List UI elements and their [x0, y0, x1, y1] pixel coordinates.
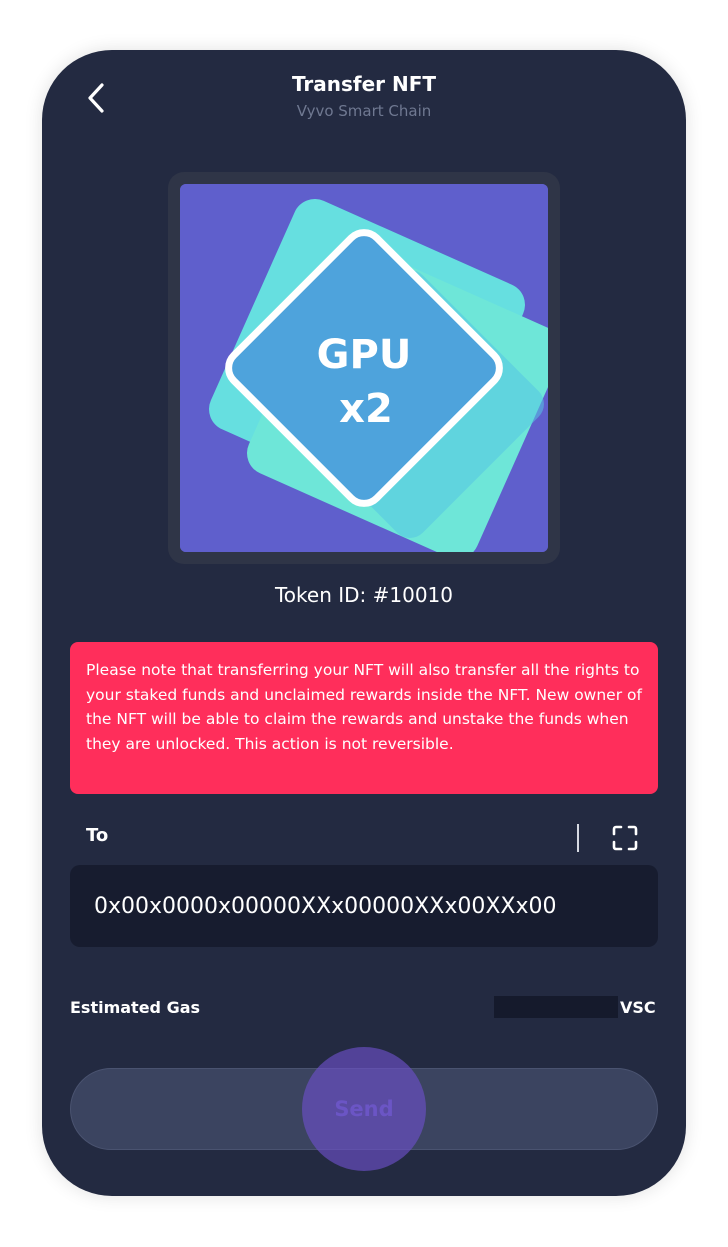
scan-qr-button[interactable]: [611, 824, 639, 852]
warning-text: Please note that transferring your NFT w…: [86, 661, 642, 753]
network-subtitle: Vyvo Smart Chain: [296, 102, 432, 120]
scan-qr-icon: [612, 825, 638, 851]
nft-image-frame: GPU x2: [168, 172, 560, 564]
transfer-warning-banner: Please note that transferring your NFT w…: [70, 642, 658, 794]
nft-text-multiplier: x2: [339, 386, 393, 432]
estimated-gas-label: Estimated Gas: [70, 998, 201, 1017]
transfer-nft-screen: Transfer NFT Vyvo Smart Chain GPU x2 Tok…: [42, 50, 686, 1196]
recipient-label: To: [86, 825, 109, 846]
nft-text-gpu: GPU: [317, 332, 412, 378]
send-button[interactable]: Send: [70, 1068, 658, 1150]
nft-image: GPU x2: [180, 184, 548, 552]
page-title: Transfer NFT: [291, 72, 437, 96]
estimated-gas-value-redacted: [494, 996, 618, 1018]
scan-divider: [577, 824, 579, 852]
recipient-address-input[interactable]: 0x00x0000x00000XXx00000XXx00XXx00: [70, 865, 658, 947]
token-id-label: Token ID: #10010: [274, 583, 454, 607]
recipient-address-value: 0x00x0000x00000XXx00000XXx00XXx00: [94, 893, 557, 919]
send-button-label: Send: [334, 1097, 394, 1121]
gas-unit-label: VSC: [620, 998, 656, 1017]
